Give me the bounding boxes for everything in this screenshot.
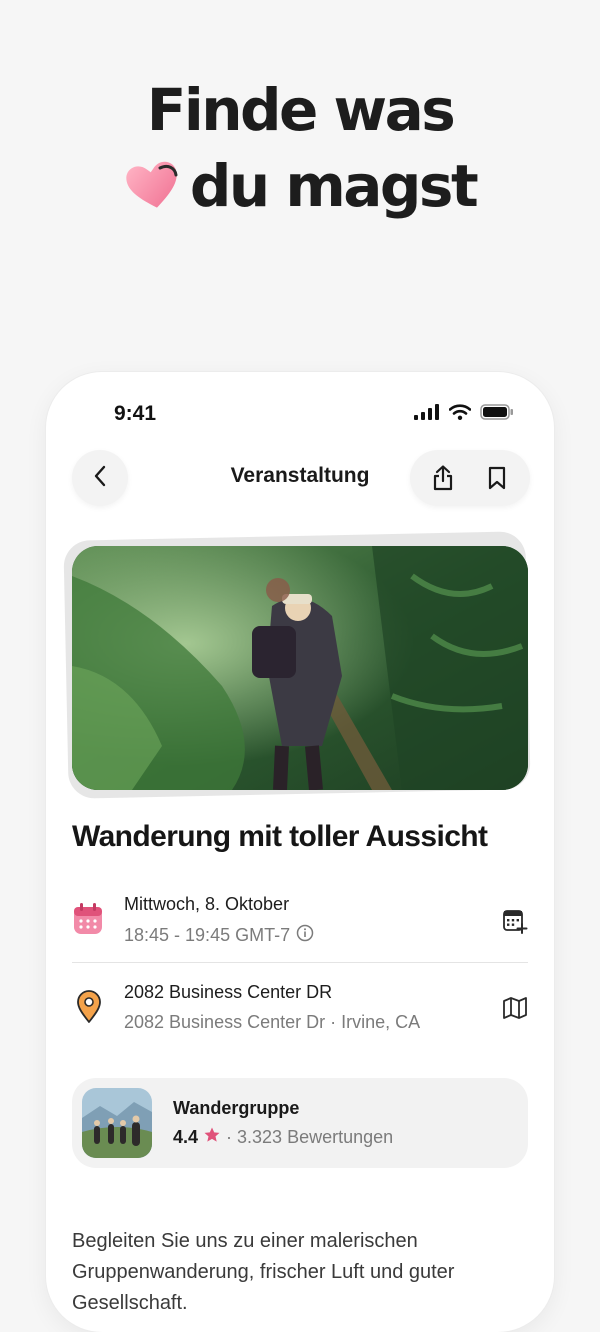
headline-line-1: Finde was: [146, 76, 456, 144]
organizer-avatar: [82, 1088, 152, 1158]
status-icons: [414, 404, 514, 425]
organizer-card[interactable]: Wandergruppe 4.4 · 3.323 Bewertungen: [72, 1078, 528, 1168]
map-icon: [503, 997, 527, 1019]
signal-icon: [414, 404, 440, 425]
battery-icon: [480, 404, 514, 425]
share-button[interactable]: [421, 456, 465, 500]
wifi-icon: [448, 404, 472, 425]
rating-score: 4.4: [173, 1127, 199, 1147]
event-date: Mittwoch, 8. Oktober: [124, 894, 290, 914]
heart-icon: [124, 154, 182, 230]
action-group: [410, 450, 530, 506]
star-icon: [203, 1126, 221, 1149]
status-time: 9:41: [114, 402, 157, 425]
event-hero-image: [72, 546, 528, 790]
rating-count: · 3.323 Bewertungen: [226, 1127, 394, 1147]
event-description: Begleiten Sie uns zu einer malerischen G…: [72, 1230, 455, 1314]
calendar-add-icon: [503, 910, 528, 934]
headline-line-2: du magst: [0, 148, 600, 230]
calendar-icon: [72, 902, 104, 941]
phone-frame: 9:41 Veranstaltung Wanderung mit toller …: [46, 372, 554, 1332]
organizer-name: Wandergruppe: [173, 1098, 300, 1118]
event-title: Wanderung mit toller Aussicht: [72, 820, 488, 853]
location-row: 2082 Business Center DR 2082 Business Ce…: [72, 980, 528, 1040]
date-row: Mittwoch, 8. Oktober 18:45 - 19:45 GMT-7: [72, 892, 528, 952]
organizer-rating: 4.4 · 3.323 Bewertungen: [173, 1126, 393, 1149]
event-time: 18:45 - 19:45 GMT-7: [124, 925, 291, 945]
event-address-detail: 2082 Business Center Dr · Irvine, CA: [124, 1012, 421, 1032]
headline-line-2-text: du magst: [189, 152, 479, 220]
add-to-calendar-button[interactable]: [502, 908, 528, 939]
divider: [72, 962, 528, 963]
bookmark-button[interactable]: [475, 456, 519, 500]
bookmark-icon: [488, 466, 506, 490]
location-pin-icon: [76, 990, 102, 1029]
event-time-row: 18:45 - 19:45 GMT-7: [124, 924, 314, 947]
headline: Finde was du magst: [0, 72, 600, 230]
share-icon: [433, 465, 453, 491]
info-icon[interactable]: [296, 924, 314, 947]
open-map-button[interactable]: [502, 996, 528, 1025]
event-address: 2082 Business Center DR: [124, 982, 333, 1002]
